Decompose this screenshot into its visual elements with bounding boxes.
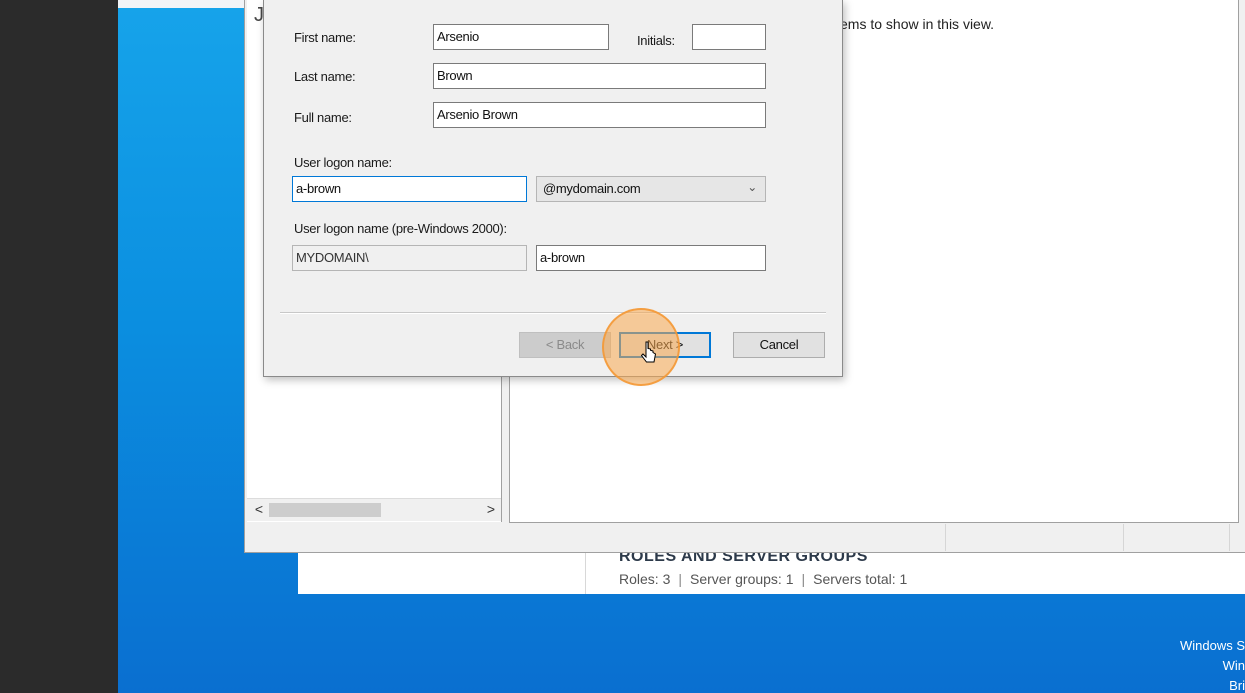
watermark-line: Windows S bbox=[1179, 638, 1245, 653]
watermark-line: Win bbox=[1222, 658, 1245, 673]
status-cell bbox=[1123, 524, 1124, 551]
user-logon-name-label: User logon name: bbox=[294, 155, 392, 170]
full-name-label: Full name: bbox=[294, 110, 352, 125]
pre-windows-2000-logon-field[interactable]: a-brown bbox=[536, 245, 766, 271]
screen: ROLES AND SERVER GROUPS Roles: 3 | Serve… bbox=[0, 0, 1245, 693]
empty-view-message: ems to show in this view. bbox=[840, 16, 995, 32]
first-name-label: First name: bbox=[294, 30, 356, 45]
scroll-left-icon[interactable]: < bbox=[251, 501, 267, 517]
upn-suffix-dropdown[interactable]: @mydomain.com ⌄ bbox=[536, 176, 766, 202]
left-dark-panel bbox=[0, 0, 118, 693]
scroll-right-icon[interactable]: > bbox=[483, 501, 499, 517]
dialog-edge-glyph: J bbox=[254, 4, 264, 26]
roles-count[interactable]: Roles: 3 bbox=[619, 571, 670, 587]
separator: | bbox=[678, 571, 682, 587]
pre-windows-2000-label: User logon name (pre-Windows 2000): bbox=[294, 221, 507, 236]
mouse-cursor-icon bbox=[641, 341, 657, 363]
status-cell bbox=[945, 524, 946, 551]
upn-suffix-value: @mydomain.com bbox=[543, 181, 641, 196]
first-name-field[interactable]: Arsenio bbox=[433, 24, 609, 50]
last-name-label: Last name: bbox=[294, 69, 356, 84]
cancel-button[interactable]: Cancel bbox=[733, 332, 825, 358]
chevron-down-icon[interactable]: ⌄ bbox=[747, 180, 757, 194]
scrollbar-thumb[interactable] bbox=[269, 503, 381, 517]
tree-horizontal-scrollbar[interactable]: < > bbox=[247, 498, 501, 521]
initials-label: Initials: bbox=[637, 33, 675, 48]
status-cell bbox=[1229, 524, 1230, 551]
new-user-dialog: J First name: Arsenio Initials: Last nam… bbox=[254, 0, 843, 377]
servers-total-count[interactable]: Servers total: 1 bbox=[813, 571, 907, 587]
full-name-field[interactable]: Arsenio Brown bbox=[433, 102, 766, 128]
separator: | bbox=[801, 571, 806, 587]
last-name-field[interactable]: Brown bbox=[433, 63, 766, 89]
windows-activation-watermark: Windows S Win Bri bbox=[1165, 636, 1245, 693]
dialog-separator bbox=[280, 312, 826, 314]
back-button[interactable]: < Back bbox=[519, 332, 611, 358]
roles-stats: Roles: 3 | Server groups: 1 | Servers to… bbox=[619, 571, 907, 587]
watermark-line: Bri bbox=[1229, 678, 1245, 693]
pre-windows-2000-domain-field: MYDOMAIN\ bbox=[292, 245, 527, 271]
server-groups-count[interactable]: Server groups: 1 bbox=[690, 571, 794, 587]
initials-field[interactable] bbox=[692, 24, 766, 50]
user-logon-name-field[interactable]: a-brown bbox=[292, 176, 527, 202]
status-bar bbox=[245, 524, 1245, 551]
